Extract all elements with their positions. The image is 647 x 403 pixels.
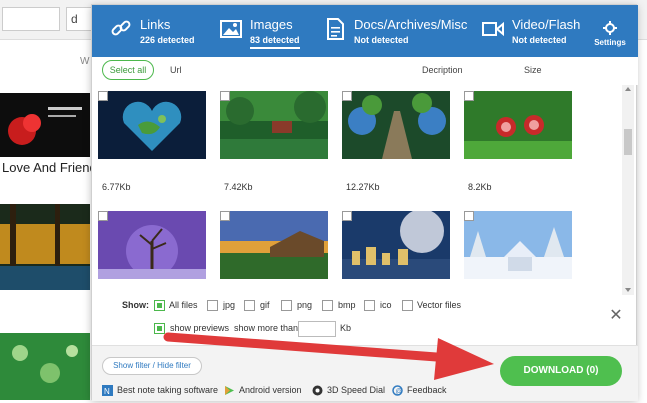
image-checkbox[interactable] [98, 91, 108, 101]
show-label: Show: [122, 300, 149, 310]
note-icon: N [102, 385, 113, 396]
footer-link-label: 3D Speed Dial [327, 385, 386, 395]
preview-filter: show previews show more than Kb [92, 320, 392, 340]
image-grid: 6.77Kb 7.42Kb 12.27Kb 8.2Kb [92, 87, 622, 291]
filter-gif-label: gif [260, 300, 270, 310]
image-thumbnail [464, 91, 572, 159]
scrollbar-thumb[interactable] [624, 129, 632, 155]
filter-bmp-checkbox[interactable] [322, 300, 333, 311]
tab-images[interactable]: Images 83 detected [220, 5, 320, 57]
tab-images-count: 83 detected [250, 35, 300, 49]
settings-button[interactable]: Settings [590, 21, 630, 51]
image-item[interactable] [214, 207, 328, 291]
filter-all-files-label: All files [169, 300, 198, 310]
tab-links[interactable]: Links 226 detected [110, 5, 210, 57]
image-checkbox[interactable] [464, 211, 474, 221]
scroll-up-icon[interactable] [625, 87, 631, 91]
column-description[interactable]: Decription [422, 65, 463, 75]
svg-text:@: @ [396, 389, 403, 396]
filter-ico-checkbox[interactable] [364, 300, 375, 311]
filter-jpg-checkbox[interactable] [207, 300, 218, 311]
image-icon [220, 20, 242, 38]
download-button[interactable]: DOWNLOAD (0) [500, 356, 622, 386]
image-size: 12.27Kb [346, 182, 380, 192]
tab-video[interactable]: Video/Flash Not detected [482, 5, 586, 57]
filter-bmp-label: bmp [338, 300, 356, 310]
link-icon [111, 20, 131, 36]
popup-header: Links 226 detected Images 83 detected Do… [92, 5, 638, 57]
gear-icon [603, 21, 617, 35]
download-popup: Links 226 detected Images 83 detected Do… [91, 4, 638, 401]
image-thumbnail [98, 211, 206, 279]
image-thumbnail [220, 211, 328, 279]
image-item[interactable]: 8.2Kb [458, 87, 572, 197]
image-item[interactable]: 7.42Kb [214, 87, 328, 197]
image-thumbnail [220, 91, 328, 159]
image-thumbnail [464, 211, 572, 279]
show-previews-checkbox[interactable] [154, 323, 165, 334]
show-filter-button[interactable]: Show filter / Hide filter [102, 357, 202, 375]
kb-unit-label: Kb [340, 323, 352, 333]
background-thumbnail[interactable] [0, 93, 90, 157]
image-item[interactable]: 12.27Kb [336, 87, 450, 197]
background-caption: Love And Friend [2, 160, 97, 175]
filter-jpg-label: jpg [223, 300, 236, 310]
image-thumbnail [342, 211, 450, 279]
image-thumbnail [98, 91, 206, 159]
tab-docs-count: Not detected [354, 35, 409, 45]
svg-text:N: N [104, 387, 110, 396]
image-item[interactable] [336, 207, 450, 291]
speed-dial-icon [312, 385, 323, 396]
column-url[interactable]: Url [170, 65, 182, 75]
filter-all-files-checkbox[interactable] [154, 300, 165, 311]
image-checkbox[interactable] [220, 211, 230, 221]
image-item[interactable] [92, 207, 206, 291]
image-checkbox[interactable] [342, 211, 352, 221]
document-icon [327, 18, 344, 40]
footer-link-label: Feedback [407, 385, 447, 395]
background-field[interactable] [2, 7, 60, 31]
filter-png-label: png [297, 300, 313, 310]
image-item[interactable]: 6.77Kb [92, 87, 206, 197]
video-icon [482, 21, 504, 37]
footer-link-label: Best note taking software [117, 385, 219, 395]
settings-label: Settings [594, 38, 626, 47]
filter-png-checkbox[interactable] [281, 300, 292, 311]
footer-link-label: Android version [239, 385, 302, 395]
image-checkbox[interactable] [98, 211, 108, 221]
background-thumbnail[interactable] [0, 204, 90, 290]
min-size-input[interactable] [298, 321, 336, 337]
image-size: 6.77Kb [102, 182, 131, 192]
image-checkbox[interactable] [464, 91, 474, 101]
tab-video-count: Not detected [512, 35, 567, 45]
filter-vector-label: Vector files [417, 300, 462, 310]
background-w-letter: W [80, 56, 90, 67]
image-checkbox[interactable] [342, 91, 352, 101]
android-icon [225, 386, 234, 395]
vertical-scrollbar[interactable] [622, 85, 634, 295]
show-previews-label: show previews [170, 323, 230, 333]
tab-links-label: Links [140, 17, 171, 32]
tab-video-label: Video/Flash [512, 17, 581, 32]
image-thumbnail [342, 91, 450, 159]
tab-docs-label: Docs/Archives/Misc [354, 17, 468, 32]
background-thumbnail[interactable] [0, 333, 90, 400]
tab-images-label: Images [250, 17, 293, 32]
filter-ico-label: ico [380, 300, 392, 310]
image-size: 8.2Kb [468, 182, 492, 192]
scroll-down-icon[interactable] [625, 288, 631, 292]
file-type-filter: Show: All files jpg gif png bmp ico Vect… [92, 297, 592, 317]
feedback-icon: @ [392, 385, 403, 396]
filter-gif-checkbox[interactable] [244, 300, 255, 311]
image-item[interactable] [458, 207, 572, 291]
tab-links-count: 226 detected [140, 35, 195, 45]
close-icon[interactable]: ✕ [608, 308, 624, 325]
filter-vector-checkbox[interactable] [402, 300, 413, 311]
image-checkbox[interactable] [220, 91, 230, 101]
image-size: 7.42Kb [224, 182, 253, 192]
select-all-button[interactable]: Select all [102, 60, 154, 80]
show-more-than-label: show more than [234, 323, 299, 333]
column-size[interactable]: Size [524, 65, 542, 75]
tab-docs[interactable]: Docs/Archives/Misc Not detected [324, 5, 468, 57]
